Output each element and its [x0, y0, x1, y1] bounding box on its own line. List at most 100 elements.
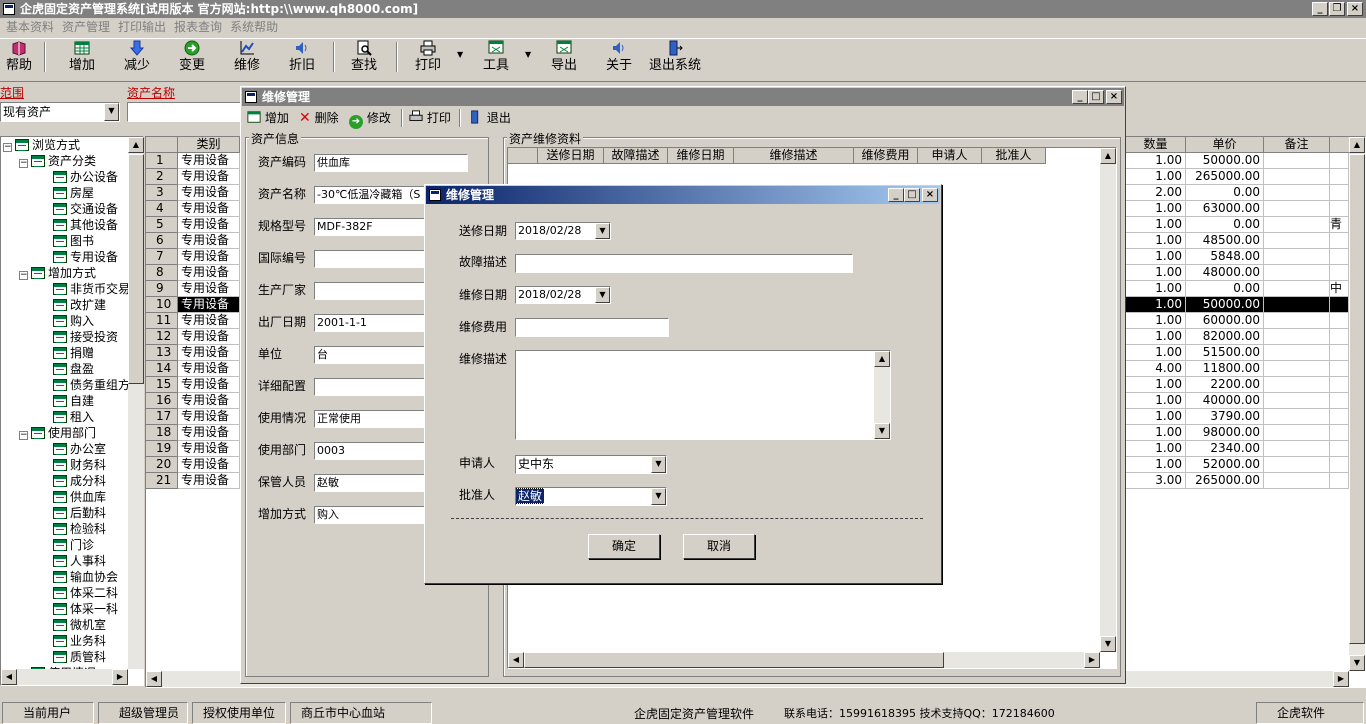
cell-price[interactable]: 2200.00 [1186, 377, 1264, 393]
cell-qty[interactable]: 2.00 [1126, 185, 1186, 201]
cell-qty[interactable]: 1.00 [1126, 233, 1186, 249]
menu-item-report[interactable]: 报表查询 [170, 18, 226, 37]
cell-note[interactable] [1264, 425, 1330, 441]
table-row[interactable]: 专用设备 [178, 153, 240, 169]
cell-price[interactable]: 50000.00 [1186, 153, 1264, 169]
cell-qty[interactable]: 1.00 [1126, 201, 1186, 217]
cell-qty[interactable]: 1.00 [1126, 409, 1186, 425]
cell-price[interactable]: 51500.00 [1186, 345, 1264, 361]
row-number[interactable]: 7 [146, 249, 178, 265]
close-icon[interactable]: × [1347, 2, 1363, 16]
scroll-right-icon[interactable]: ▶ [1333, 671, 1349, 687]
table-row[interactable]: 专用设备 [178, 233, 240, 249]
row-number[interactable]: 2 [146, 169, 178, 185]
cell-extra[interactable] [1330, 441, 1349, 457]
cell-price[interactable]: 2340.00 [1186, 441, 1264, 457]
tree-item[interactable]: 房屋 [53, 185, 94, 201]
reduce-button[interactable]: 减少 [121, 40, 153, 74]
find-button[interactable]: 查找 [348, 40, 380, 74]
tree-item[interactable]: 办公设备 [53, 169, 118, 185]
cell-price[interactable]: 98000.00 [1186, 425, 1264, 441]
cell-qty[interactable]: 1.00 [1126, 345, 1186, 361]
chevron-down-icon[interactable]: ▼ [651, 488, 666, 505]
tree-item[interactable]: 捐赠 [53, 345, 94, 361]
cell-extra[interactable]: 中 [1330, 281, 1349, 297]
scope-select[interactable]: 现有资产 ▼ [0, 102, 120, 122]
cell-note[interactable] [1264, 233, 1330, 249]
table-row[interactable]: 专用设备 [178, 409, 240, 425]
tree-item[interactable]: 自建 [53, 393, 94, 409]
cell-qty[interactable]: 1.00 [1126, 297, 1186, 313]
grid-header-category[interactable]: 类别 [178, 137, 240, 153]
cell-extra[interactable] [1330, 233, 1349, 249]
repair-grid-header[interactable]: 维修描述 [734, 148, 854, 164]
depreciation-button[interactable]: 折旧 [286, 40, 318, 74]
cell-qty[interactable]: 1.00 [1126, 265, 1186, 281]
collapse-icon[interactable]: − [19, 271, 28, 280]
row-number[interactable]: 13 [146, 345, 178, 361]
desc-textarea[interactable]: ▲ ▼ [515, 350, 891, 440]
table-row[interactable]: 专用设备 [178, 345, 240, 361]
cell-extra[interactable] [1330, 425, 1349, 441]
cell-extra[interactable] [1330, 409, 1349, 425]
row-number[interactable]: 18 [146, 425, 178, 441]
cell-qty[interactable]: 1.00 [1126, 281, 1186, 297]
cell-extra[interactable] [1330, 329, 1349, 345]
row-number[interactable]: 15 [146, 377, 178, 393]
tree-item[interactable]: 门诊 [53, 537, 94, 553]
repair-grid-scrollbar[interactable]: ▲ ▼ [1100, 148, 1116, 652]
cell-note[interactable] [1264, 393, 1330, 409]
tree-item[interactable]: 债务重组方 [53, 377, 130, 393]
scroll-down-icon[interactable]: ▼ [1349, 655, 1365, 671]
tree-group[interactable]: − 增加方式 [19, 265, 96, 281]
restore-icon[interactable]: ❐ [1329, 2, 1345, 16]
repair-grid-header[interactable]: 维修费用 [854, 148, 918, 164]
row-number[interactable]: 17 [146, 409, 178, 425]
row-number[interactable]: 12 [146, 329, 178, 345]
row-number[interactable]: 4 [146, 201, 178, 217]
scroll-down-icon[interactable]: ▼ [874, 423, 890, 439]
table-row[interactable]: 专用设备 [178, 201, 240, 217]
cell-extra[interactable]: 青 [1330, 217, 1349, 233]
export-button[interactable]: 导出 [548, 40, 580, 74]
row-number[interactable]: 6 [146, 233, 178, 249]
cell-qty[interactable]: 4.00 [1126, 361, 1186, 377]
cell-price[interactable]: 50000.00 [1186, 297, 1264, 313]
tree-item[interactable]: 体采二科 [53, 585, 118, 601]
row-number[interactable]: 9 [146, 281, 178, 297]
minimize-icon[interactable]: _ [1072, 90, 1088, 104]
fault-input[interactable] [515, 254, 853, 273]
scroll-up-icon[interactable]: ▲ [1100, 148, 1116, 164]
table-row[interactable]: 专用设备 [178, 425, 240, 441]
table-row[interactable]: 专用设备 [178, 185, 240, 201]
menu-item-basic[interactable]: 基本资料 [2, 18, 58, 37]
tree-item[interactable]: 体采一科 [53, 601, 118, 617]
cell-note[interactable] [1264, 249, 1330, 265]
exit-system-button[interactable]: 退出系统 [647, 40, 703, 74]
tree-item[interactable]: 改扩建 [53, 297, 106, 313]
cell-note[interactable] [1264, 457, 1330, 473]
scroll-left-icon[interactable]: ◀ [146, 671, 162, 687]
cell-extra[interactable] [1330, 185, 1349, 201]
grid-header-note[interactable]: 备注 [1264, 137, 1330, 153]
grid-scrollbar[interactable]: ▲ ▼ [1349, 137, 1365, 671]
applicant-select[interactable]: 史中东 ▼ [515, 455, 667, 474]
tree-item[interactable]: 输血协会 [53, 569, 118, 585]
scroll-thumb[interactable] [524, 652, 944, 668]
cell-note[interactable] [1264, 441, 1330, 457]
asset-field-input[interactable]: 供血库 [314, 154, 468, 172]
repair-grid-header[interactable]: 维修日期 [668, 148, 734, 164]
tree-item[interactable]: 接受投资 [53, 329, 118, 345]
repair-grid-header[interactable]: 送修日期 [538, 148, 604, 164]
cell-price[interactable]: 40000.00 [1186, 393, 1264, 409]
close-icon[interactable]: × [1106, 90, 1122, 104]
scroll-thumb[interactable] [1349, 154, 1365, 644]
tree-item[interactable]: 检验科 [53, 521, 106, 537]
table-row[interactable]: 专用设备 [178, 281, 240, 297]
cell-price[interactable]: 0.00 [1186, 185, 1264, 201]
tree-item[interactable]: 财务科 [53, 457, 106, 473]
cell-price[interactable]: 63000.00 [1186, 201, 1264, 217]
cell-qty[interactable]: 1.00 [1126, 153, 1186, 169]
menu-item-print[interactable]: 打印输出 [114, 18, 170, 37]
table-row[interactable]: 专用设备 [178, 265, 240, 281]
